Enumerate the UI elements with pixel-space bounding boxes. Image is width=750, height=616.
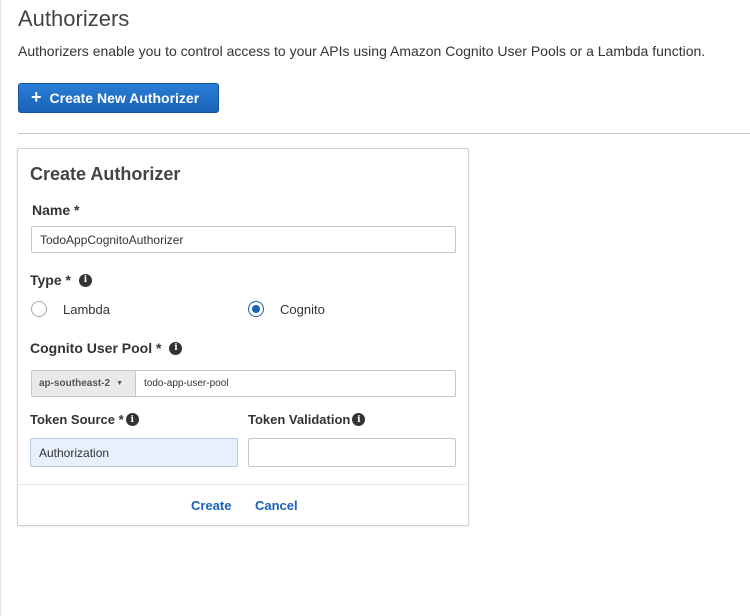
name-input[interactable]: TodoAppCognitoAuthorizer	[31, 226, 456, 253]
type-label-text: Type *	[30, 272, 71, 288]
type-radio-lambda[interactable]	[31, 301, 47, 317]
info-icon[interactable]: i	[169, 341, 183, 355]
token-validation-label: Token Validation i	[248, 412, 366, 427]
plus-icon: +	[31, 87, 42, 107]
info-icon[interactable]: i	[125, 413, 139, 426]
section-divider	[18, 133, 750, 134]
info-icon[interactable]: i	[352, 413, 366, 426]
token-validation-label-text: Token Validation	[248, 412, 351, 427]
create-authorizer-panel: Create Authorizer Name * TodoAppCognitoA…	[17, 148, 469, 526]
region-select-value: ap-southeast-2	[39, 378, 111, 389]
type-radio-cognito-label[interactable]: Cognito	[280, 302, 325, 317]
token-source-label-text: Token Source *	[30, 412, 124, 427]
region-select[interactable]: ap-southeast-2 ▼	[32, 371, 136, 396]
type-radio-cognito[interactable]	[248, 301, 264, 317]
page-title: Authorizers	[18, 6, 130, 31]
create-button[interactable]: Create	[191, 498, 231, 513]
user-pool-label-text: Cognito User Pool *	[30, 340, 162, 356]
name-label-text: Name *	[32, 202, 80, 218]
type-radio-lambda-label[interactable]: Lambda	[63, 302, 110, 317]
token-source-input[interactable]: Authorization	[30, 438, 238, 467]
info-icon[interactable]: i	[78, 273, 92, 287]
cancel-button[interactable]: Cancel	[255, 498, 298, 513]
token-validation-input[interactable]	[248, 438, 456, 467]
caret-down-icon: ▼	[116, 380, 124, 387]
page-description: Authorizers enable you to control access…	[18, 43, 706, 59]
authorizers-page: Authorizers Authorizers enable you to co…	[0, 0, 750, 616]
user-pool-field: ap-southeast-2 ▼ todo-app-user-pool	[31, 370, 456, 397]
panel-footer-divider	[18, 484, 468, 485]
panel-title: Create Authorizer	[30, 164, 181, 184]
name-label: Name *	[32, 202, 79, 218]
type-label: Type * i	[30, 272, 92, 288]
create-new-authorizer-label: Create New Authorizer	[49, 90, 200, 106]
create-new-authorizer-button[interactable]: + Create New Authorizer	[18, 83, 219, 113]
user-pool-label: Cognito User Pool * i	[30, 340, 183, 356]
token-source-label: Token Source * i	[30, 412, 139, 427]
user-pool-input[interactable]: todo-app-user-pool	[136, 371, 455, 396]
